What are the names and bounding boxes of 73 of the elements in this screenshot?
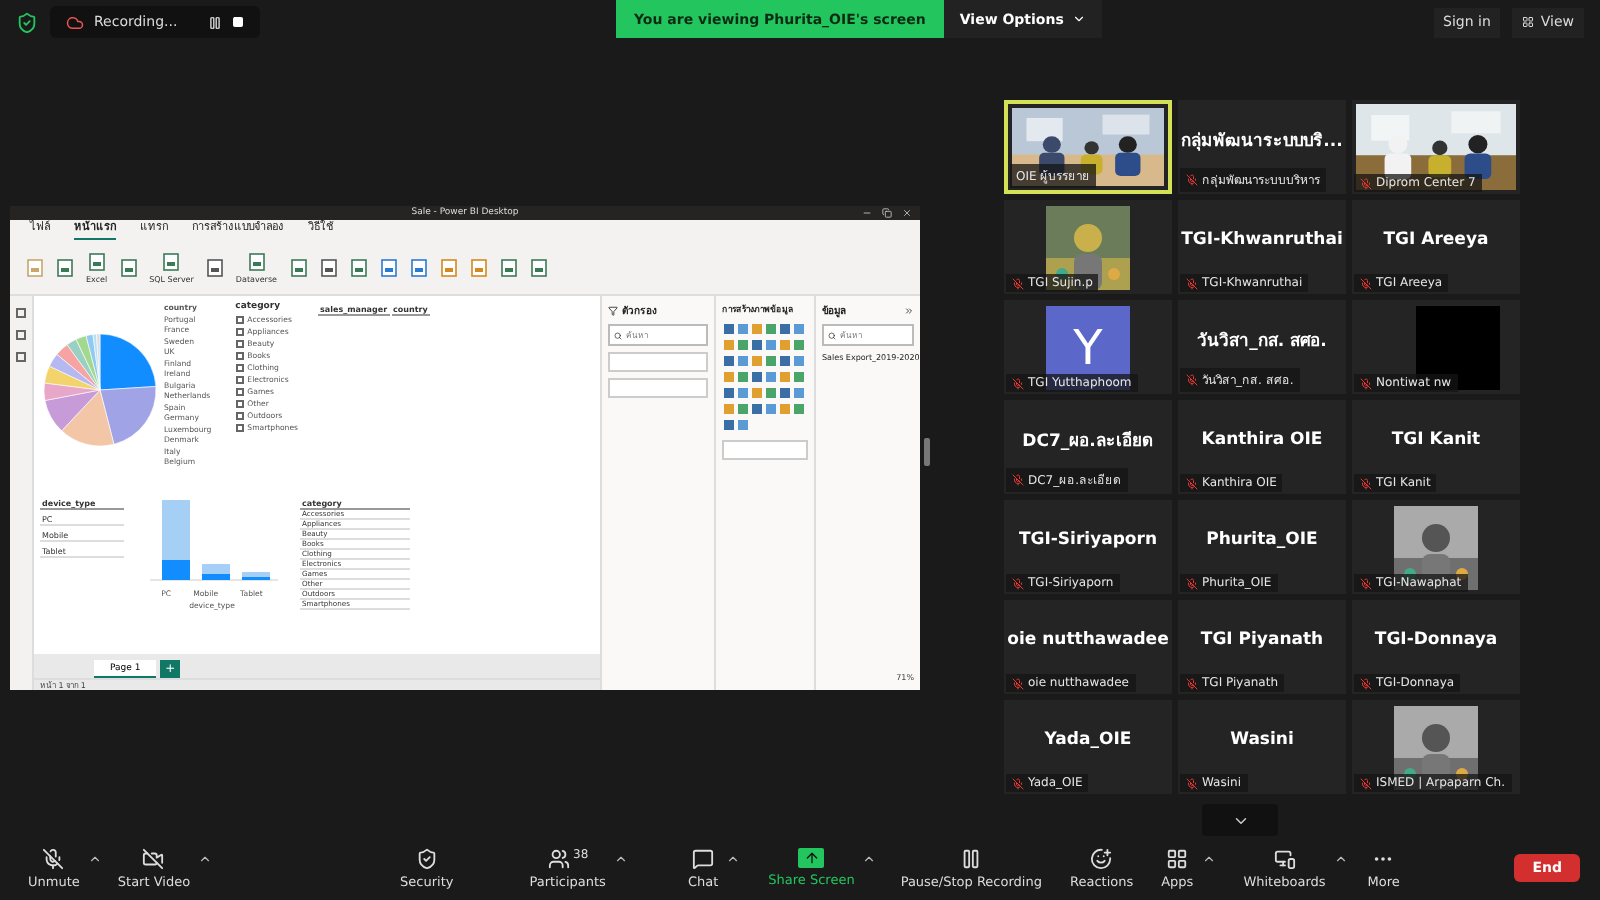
stop-icon[interactable]	[231, 16, 244, 28]
checkbox[interactable]	[235, 411, 244, 419]
ribbon-button[interactable]	[119, 258, 138, 278]
document-icon	[499, 258, 517, 278]
video-off-icon	[142, 847, 165, 869]
participant-name: วันวิสา_กส. สศอ.	[1197, 329, 1327, 353]
field-well	[722, 440, 808, 460]
search-icon	[614, 331, 622, 339]
whiteboard-icon	[1273, 847, 1296, 869]
restore-icon[interactable]	[882, 208, 892, 218]
apps-icon	[1166, 847, 1189, 869]
document-icon	[87, 252, 106, 272]
participant-name: TGI-Siriyaporn	[1018, 529, 1158, 549]
share-screen-icon	[798, 848, 825, 868]
checkbox[interactable]	[235, 387, 244, 395]
filter-well	[608, 378, 708, 398]
muted-microphone-icon	[42, 847, 65, 869]
participant-name: Phurita_OIE	[1206, 529, 1318, 549]
caret-icon	[1071, 12, 1086, 26]
filter-well	[608, 352, 708, 372]
document-icon	[349, 258, 367, 278]
caret-icon[interactable]	[198, 851, 213, 865]
checkbox[interactable]	[235, 399, 244, 407]
document-icon	[56, 258, 74, 278]
caret-icon[interactable]	[1333, 851, 1348, 865]
participant-name: DC7_ผอ.ละเอียด	[1022, 429, 1154, 453]
chat-bubble-icon	[692, 847, 715, 869]
people-icon	[547, 847, 570, 869]
pause-icon	[960, 847, 983, 869]
participant-name: Kanthira OIE	[1201, 429, 1323, 449]
pie-chart-drawing	[40, 330, 160, 450]
ribbon-button[interactable]	[56, 258, 74, 278]
checkbox[interactable]	[235, 327, 244, 335]
document-icon	[529, 258, 547, 278]
caret-icon[interactable]	[613, 851, 628, 865]
participant-name: oie nutthawadee	[1007, 629, 1169, 649]
checkbox[interactable]	[235, 351, 244, 359]
smiley-icon	[1090, 847, 1113, 869]
document-icon	[247, 252, 266, 272]
cloud-icon	[66, 13, 84, 31]
ribbon-button[interactable]	[499, 258, 517, 278]
document-icon	[119, 258, 138, 278]
search-icon	[828, 331, 836, 339]
checkbox[interactable]	[235, 375, 244, 383]
document-icon	[162, 252, 181, 272]
caret-icon[interactable]	[862, 851, 877, 865]
ribbon-button[interactable]	[349, 258, 367, 278]
caret-icon[interactable]	[1201, 851, 1216, 865]
checkbox[interactable]	[235, 315, 244, 323]
participant-name: TGI-Khwanruthai	[1181, 229, 1343, 249]
ribbon-button[interactable]	[289, 258, 307, 278]
checkbox[interactable]	[235, 363, 244, 371]
participant-name: TGI Kanit	[1391, 429, 1481, 449]
caret-icon[interactable]	[726, 851, 741, 865]
participant-name: Yada_OIE	[1044, 729, 1132, 749]
visual-types-drawing	[722, 322, 810, 434]
security-shield-icon	[16, 11, 38, 33]
caret-icon[interactable]	[87, 851, 102, 865]
checkbox[interactable]	[235, 423, 244, 431]
participant-name: TGI Areeya	[1383, 229, 1489, 249]
collapse-icon[interactable]	[904, 305, 914, 315]
pause-icon[interactable]	[207, 15, 222, 29]
participant-name: TGI-Donnaya	[1374, 629, 1498, 649]
participant-name: กลุ่มพัฒนาระบบบริ...	[1181, 129, 1343, 153]
filter-icon	[608, 305, 618, 315]
participant-name: TGI Piyanath	[1200, 629, 1324, 649]
ribbon-button[interactable]	[529, 258, 547, 278]
participant-name: Wasini	[1230, 729, 1294, 749]
document-icon	[289, 258, 307, 278]
checkbox[interactable]	[235, 339, 244, 347]
shield-icon	[415, 847, 438, 869]
splitter-handle[interactable]	[924, 438, 930, 466]
minimize-icon[interactable]	[862, 208, 872, 218]
